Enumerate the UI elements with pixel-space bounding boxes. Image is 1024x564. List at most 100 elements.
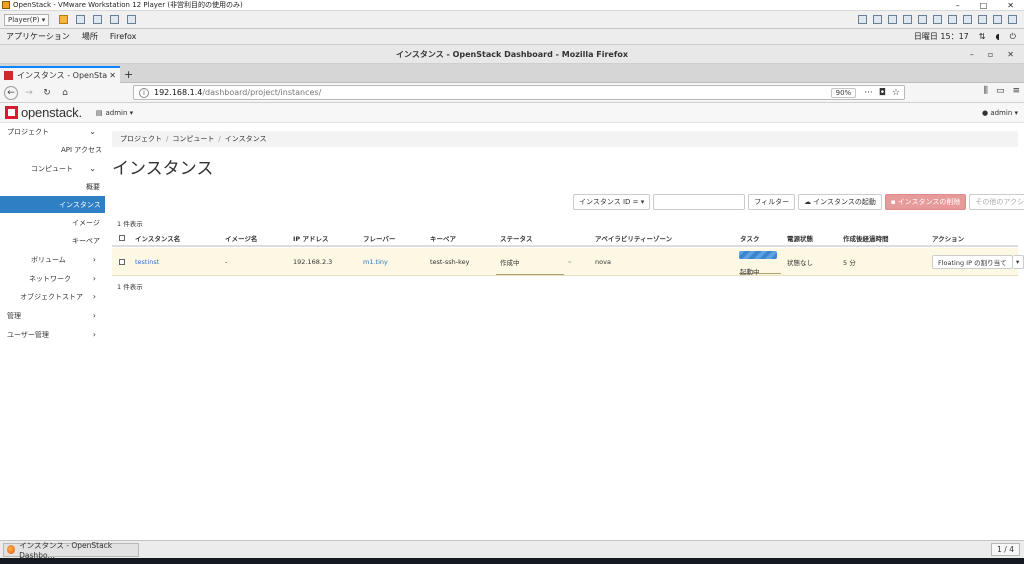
volume-icon[interactable]: ◖: [995, 32, 999, 42]
library-icon[interactable]: ⫼: [984, 86, 988, 96]
new-tab-button[interactable]: +: [124, 68, 133, 81]
delete-instances-button[interactable]: ▪ インスタンスの削除: [884, 194, 967, 210]
sidebar-item-label: 概要: [86, 182, 100, 191]
sidebar-item-compute[interactable]: コンピュート ⌄: [0, 160, 105, 177]
hamburger-menu-icon[interactable]: ≡: [1012, 86, 1020, 96]
sidebar-item-images[interactable]: イメージ: [0, 214, 105, 231]
column-header-image[interactable]: イメージ名: [225, 231, 257, 245]
user-menu[interactable]: ● admin ▾: [982, 109, 1018, 117]
close-button[interactable]: ✕: [1007, 1, 1014, 10]
site-info-icon[interactable]: i: [139, 87, 149, 98]
column-header-age[interactable]: 作成後経過時間: [843, 231, 889, 245]
instance-flavor-link[interactable]: m1.tiny: [363, 248, 388, 275]
sidebar-item-object-store[interactable]: オブジェクトストア ›: [0, 288, 105, 305]
chevron-right-icon: ›: [92, 330, 96, 339]
network-icon[interactable]: ⇅: [979, 32, 986, 42]
ff-restore-button[interactable]: ▫: [988, 50, 993, 59]
tab-title: インスタンス - OpenSta: [17, 71, 108, 80]
fullscreen-icon[interactable]: [110, 15, 120, 24]
column-header-status[interactable]: ステータス: [500, 231, 533, 245]
applications-menu[interactable]: アプリケーション: [6, 31, 70, 42]
trash-icon: ▪: [890, 198, 896, 206]
sidebar-item-instances[interactable]: インスタンス: [0, 196, 105, 213]
removable-devices-icon[interactable]: [93, 15, 103, 24]
breadcrumb-compute[interactable]: コンピュート: [172, 134, 214, 144]
launch-instance-button[interactable]: ☁ インスタンスの起動: [798, 194, 882, 210]
row-actions-dropdown-icon[interactable]: ▾: [1012, 255, 1024, 269]
taskbar-firefox-window[interactable]: インスタンス - OpenStack Dashbo…: [3, 540, 139, 560]
send-ctrl-alt-del-icon[interactable]: [76, 15, 86, 24]
pocket-icon[interactable]: ◘: [879, 88, 886, 98]
instance-age: 5 分: [843, 258, 856, 267]
unity-icon[interactable]: [127, 15, 137, 24]
minimize-button[interactable]: –: [956, 1, 960, 10]
sidebar-toggle-icon[interactable]: ▭: [996, 86, 1005, 96]
zoom-level[interactable]: 90%: [830, 87, 857, 98]
ff-close-button[interactable]: ✕: [1007, 50, 1014, 59]
instance-name-link[interactable]: testinst: [135, 248, 159, 275]
message-icon[interactable]: [1008, 15, 1017, 24]
filter-button[interactable]: フィルター: [748, 194, 796, 210]
clock[interactable]: 日曜日 15：17: [914, 31, 969, 42]
device-disk-icon[interactable]: [873, 15, 882, 24]
associate-floating-ip-button[interactable]: Floating IP の割り当て: [932, 255, 1013, 269]
page-actions-icon[interactable]: ···: [864, 88, 873, 98]
column-header-ip[interactable]: IP アドレス: [293, 231, 328, 245]
device-display-icon[interactable]: [948, 15, 957, 24]
sidebar-item-keypairs[interactable]: キーペア: [0, 232, 105, 249]
ff-minimize-button[interactable]: –: [970, 50, 974, 59]
sidebar-item-network[interactable]: ネットワーク ›: [0, 270, 105, 287]
device-usb-icon[interactable]: [903, 15, 912, 24]
bookmark-star-icon[interactable]: ☆: [892, 88, 900, 98]
player-menu-button[interactable]: Player(P) ▾: [4, 13, 50, 26]
firefox-app-menu[interactable]: Firefox: [110, 32, 136, 41]
sidebar-item-label: コンピュート: [31, 164, 73, 173]
sidebar-item-volumes[interactable]: ボリューム ›: [0, 251, 105, 268]
column-header-power[interactable]: 電源状態: [787, 231, 813, 245]
column-header-keypair[interactable]: キーペア: [430, 231, 456, 245]
maximize-button[interactable]: □: [980, 1, 988, 10]
row-action-group: Floating IP の割り当て ▾: [932, 255, 1024, 269]
sidebar-item-api-access[interactable]: API アクセス: [0, 141, 105, 158]
device-network-icon[interactable]: [858, 15, 867, 24]
taskbar-window-label: インスタンス - OpenStack Dashbo…: [19, 540, 113, 560]
back-icon[interactable]: ←: [4, 85, 18, 100]
column-header-az[interactable]: アベイラビリティーゾーン: [595, 231, 672, 245]
home-icon[interactable]: ⌂: [58, 86, 72, 100]
workspace-pager[interactable]: 1 / 4: [991, 543, 1020, 556]
url-bar[interactable]: i 192.168.1.4/dashboard/project/instance…: [133, 85, 905, 100]
sidebar-item-overview[interactable]: 概要: [0, 178, 105, 195]
device-serial-icon[interactable]: [993, 15, 1002, 24]
places-menu[interactable]: 場所: [82, 31, 98, 42]
breadcrumb-project[interactable]: プロジェクト: [120, 134, 162, 144]
column-header-flavor[interactable]: フレーバー: [363, 231, 395, 245]
device-printer-icon[interactable]: [918, 15, 927, 24]
device-camera-icon[interactable]: [978, 15, 987, 24]
sidebar-item-project[interactable]: プロジェクト ⌄: [0, 123, 105, 140]
device-cd-icon[interactable]: [888, 15, 897, 24]
tab-close-icon[interactable]: ✕: [109, 71, 116, 80]
more-actions-button[interactable]: その他のアクション ▾: [969, 194, 1024, 210]
chevron-right-icon: ›: [92, 255, 96, 264]
device-usb2-icon[interactable]: [963, 15, 972, 24]
reload-icon[interactable]: ↻: [40, 86, 54, 100]
column-header-name[interactable]: インスタンス名: [135, 231, 180, 245]
filter-input[interactable]: [653, 194, 746, 210]
vmware-window-title: OpenStack - VMware Workstation 12 Player…: [13, 1, 243, 9]
sidebar-item-admin[interactable]: 管理 ›: [0, 307, 105, 324]
openstack-logo[interactable]: openstack.: [5, 105, 82, 120]
sidebar-item-label: オブジェクトストア: [20, 292, 83, 301]
project-icon: ▤: [95, 108, 103, 117]
device-sound-icon[interactable]: [933, 15, 942, 24]
pause-icon[interactable]: [59, 15, 69, 24]
power-icon[interactable]: ⏻: [1010, 32, 1016, 42]
forward-icon[interactable]: →: [22, 86, 36, 100]
row-checkbox[interactable]: [119, 258, 125, 265]
browser-tab[interactable]: インスタンス - OpenSta ✕: [0, 66, 120, 83]
select-all-checkbox[interactable]: [119, 235, 125, 241]
sidebar-item-label: キーペア: [72, 236, 100, 245]
project-selector[interactable]: ▤ admin ▾: [96, 109, 133, 117]
filter-field-select[interactable]: インスタンス ID = ▾: [573, 194, 651, 210]
column-header-task[interactable]: タスク: [740, 231, 760, 245]
sidebar-item-identity[interactable]: ユーザー管理 ›: [0, 326, 105, 343]
